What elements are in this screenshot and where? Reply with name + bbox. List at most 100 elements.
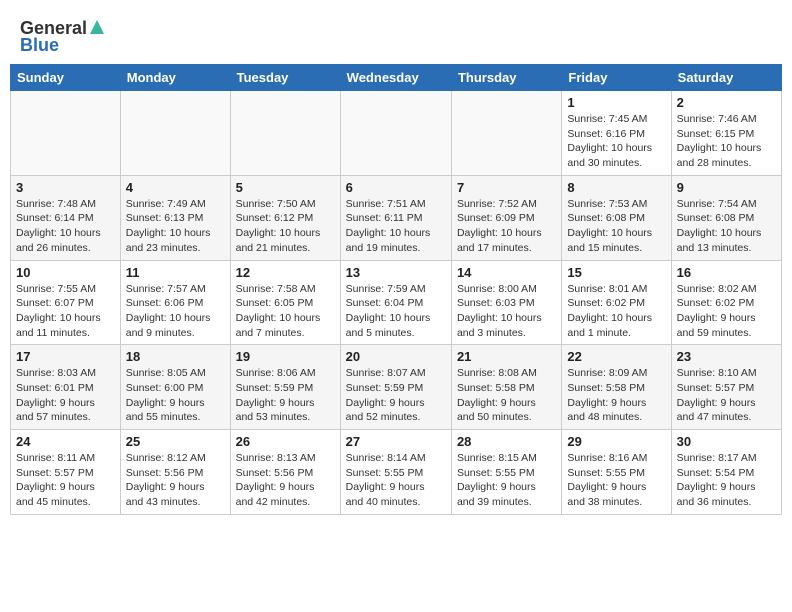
calendar-day-cell: 1 Sunrise: 7:45 AM Sunset: 6:16 PM Daylig… [562,91,671,176]
day-info: Sunrise: 7:48 AM Sunset: 6:14 PM Dayligh… [16,197,115,256]
calendar-day-cell: 15 Sunrise: 8:01 AM Sunset: 6:02 PM Dayli… [562,260,671,345]
calendar-day-cell: 5Sunrise: 7:50 AM Sunset: 6:12 PM Daylig… [230,175,340,260]
calendar-day-cell: 18 Sunrise: 8:05 AM Sunset: 6:00 PM Dayli… [120,345,230,430]
day-number: 25 [126,434,225,449]
calendar-day-cell: 20 Sunrise: 8:07 AM Sunset: 5:59 PM Dayli… [340,345,451,430]
day-number: 17 [16,349,115,364]
calendar-week-row: 10 Sunrise: 7:55 AM Sunset: 6:07 PM Dayli… [11,260,782,345]
day-info: Sunrise: 7:51 AM Sunset: 6:11 PM Dayligh… [346,197,446,256]
day-number: 9 [677,180,776,195]
day-info: Sunrise: 7:59 AM Sunset: 6:04 PM Dayligh… [346,282,446,341]
calendar-day-cell: 14Sunrise: 8:00 AM Sunset: 6:03 PM Dayli… [451,260,561,345]
day-number: 11 [126,265,225,280]
day-info: Sunrise: 8:03 AM Sunset: 6:01 PM Dayligh… [16,366,115,425]
day-number: 23 [677,349,776,364]
day-info: Sunrise: 8:14 AM Sunset: 5:55 PM Dayligh… [346,451,446,510]
calendar-day-cell: 26 Sunrise: 8:13 AM Sunset: 5:56 PM Dayli… [230,430,340,515]
day-number: 30 [677,434,776,449]
day-number: 5 [236,180,335,195]
calendar-day-cell: 3 Sunrise: 7:48 AM Sunset: 6:14 PM Daylig… [11,175,121,260]
day-number: 8 [567,180,665,195]
day-number: 3 [16,180,115,195]
page-header: General Blue [10,10,782,58]
day-info: Sunrise: 7:55 AM Sunset: 6:07 PM Dayligh… [16,282,115,341]
calendar-day-cell: 2 Sunrise: 7:46 AM Sunset: 6:15 PM Daylig… [671,91,781,176]
weekday-header-friday: Friday [562,65,671,91]
calendar-day-cell: 19 Sunrise: 8:06 AM Sunset: 5:59 PM Dayli… [230,345,340,430]
day-info: Sunrise: 8:13 AM Sunset: 5:56 PM Dayligh… [236,451,335,510]
calendar-day-cell: 21Sunrise: 8:08 AM Sunset: 5:58 PM Dayli… [451,345,561,430]
day-info: Sunrise: 8:09 AM Sunset: 5:58 PM Dayligh… [567,366,665,425]
logo-triangle-icon [90,20,104,38]
day-info: Sunrise: 8:02 AM Sunset: 6:02 PM Dayligh… [677,282,776,341]
calendar-day-cell: 17 Sunrise: 8:03 AM Sunset: 6:01 PM Dayli… [11,345,121,430]
calendar-day-cell: 12 Sunrise: 7:58 AM Sunset: 6:05 PM Dayli… [230,260,340,345]
day-number: 26 [236,434,335,449]
calendar-empty-cell [11,91,121,176]
day-info: Sunrise: 7:53 AM Sunset: 6:08 PM Dayligh… [567,197,665,256]
day-number: 19 [236,349,335,364]
day-info: Sunrise: 8:10 AM Sunset: 5:57 PM Dayligh… [677,366,776,425]
day-info: Sunrise: 8:05 AM Sunset: 6:00 PM Dayligh… [126,366,225,425]
day-number: 13 [346,265,446,280]
calendar-week-row: 3 Sunrise: 7:48 AM Sunset: 6:14 PM Daylig… [11,175,782,260]
calendar-empty-cell [451,91,561,176]
calendar-day-cell: 27 Sunrise: 8:14 AM Sunset: 5:55 PM Dayli… [340,430,451,515]
calendar-day-cell: 29 Sunrise: 8:16 AM Sunset: 5:55 PM Dayli… [562,430,671,515]
weekday-header-saturday: Saturday [671,65,781,91]
day-info: Sunrise: 7:45 AM Sunset: 6:16 PM Dayligh… [567,112,665,171]
calendar-week-row: 24 Sunrise: 8:11 AM Sunset: 5:57 PM Dayli… [11,430,782,515]
day-number: 6 [346,180,446,195]
calendar-day-cell: 13 Sunrise: 7:59 AM Sunset: 6:04 PM Dayli… [340,260,451,345]
day-number: 18 [126,349,225,364]
day-number: 16 [677,265,776,280]
day-number: 21 [457,349,556,364]
calendar-day-cell: 4 Sunrise: 7:49 AM Sunset: 6:13 PM Daylig… [120,175,230,260]
day-number: 4 [126,180,225,195]
weekday-header-wednesday: Wednesday [340,65,451,91]
day-number: 7 [457,180,556,195]
logo-blue-text: Blue [20,36,59,54]
calendar-day-cell: 11 Sunrise: 7:57 AM Sunset: 6:06 PM Dayli… [120,260,230,345]
day-number: 2 [677,95,776,110]
day-info: Sunrise: 7:46 AM Sunset: 6:15 PM Dayligh… [677,112,776,171]
day-number: 20 [346,349,446,364]
logo: General Blue [20,18,104,54]
calendar-empty-cell [340,91,451,176]
day-number: 27 [346,434,446,449]
calendar-day-cell: 24 Sunrise: 8:11 AM Sunset: 5:57 PM Dayli… [11,430,121,515]
calendar-day-cell: 22 Sunrise: 8:09 AM Sunset: 5:58 PM Dayli… [562,345,671,430]
weekday-header-thursday: Thursday [451,65,561,91]
calendar-day-cell: 9 Sunrise: 7:54 AM Sunset: 6:08 PM Daylig… [671,175,781,260]
day-number: 10 [16,265,115,280]
calendar-day-cell: 23 Sunrise: 8:10 AM Sunset: 5:57 PM Dayli… [671,345,781,430]
day-info: Sunrise: 8:11 AM Sunset: 5:57 PM Dayligh… [16,451,115,510]
weekday-header-sunday: Sunday [11,65,121,91]
day-number: 22 [567,349,665,364]
calendar-week-row: 17 Sunrise: 8:03 AM Sunset: 6:01 PM Dayli… [11,345,782,430]
day-info: Sunrise: 8:16 AM Sunset: 5:55 PM Dayligh… [567,451,665,510]
day-info: Sunrise: 8:06 AM Sunset: 5:59 PM Dayligh… [236,366,335,425]
day-info: Sunrise: 7:58 AM Sunset: 6:05 PM Dayligh… [236,282,335,341]
day-number: 15 [567,265,665,280]
day-info: Sunrise: 8:17 AM Sunset: 5:54 PM Dayligh… [677,451,776,510]
calendar-empty-cell [120,91,230,176]
day-number: 1 [567,95,665,110]
calendar-day-cell: 30 Sunrise: 8:17 AM Sunset: 5:54 PM Dayli… [671,430,781,515]
day-number: 24 [16,434,115,449]
day-info: Sunrise: 8:01 AM Sunset: 6:02 PM Dayligh… [567,282,665,341]
day-info: Sunrise: 8:15 AM Sunset: 5:55 PM Dayligh… [457,451,556,510]
calendar-table: SundayMondayTuesdayWednesdayThursdayFrid… [10,64,782,515]
day-info: Sunrise: 7:52 AM Sunset: 6:09 PM Dayligh… [457,197,556,256]
calendar-header-row: SundayMondayTuesdayWednesdayThursdayFrid… [11,65,782,91]
day-info: Sunrise: 7:54 AM Sunset: 6:08 PM Dayligh… [677,197,776,256]
day-number: 29 [567,434,665,449]
day-number: 12 [236,265,335,280]
day-number: 28 [457,434,556,449]
weekday-header-monday: Monday [120,65,230,91]
day-info: Sunrise: 8:07 AM Sunset: 5:59 PM Dayligh… [346,366,446,425]
day-info: Sunrise: 7:57 AM Sunset: 6:06 PM Dayligh… [126,282,225,341]
day-info: Sunrise: 7:49 AM Sunset: 6:13 PM Dayligh… [126,197,225,256]
calendar-day-cell: 7 Sunrise: 7:52 AM Sunset: 6:09 PM Daylig… [451,175,561,260]
calendar-day-cell: 6 Sunrise: 7:51 AM Sunset: 6:11 PM Daylig… [340,175,451,260]
